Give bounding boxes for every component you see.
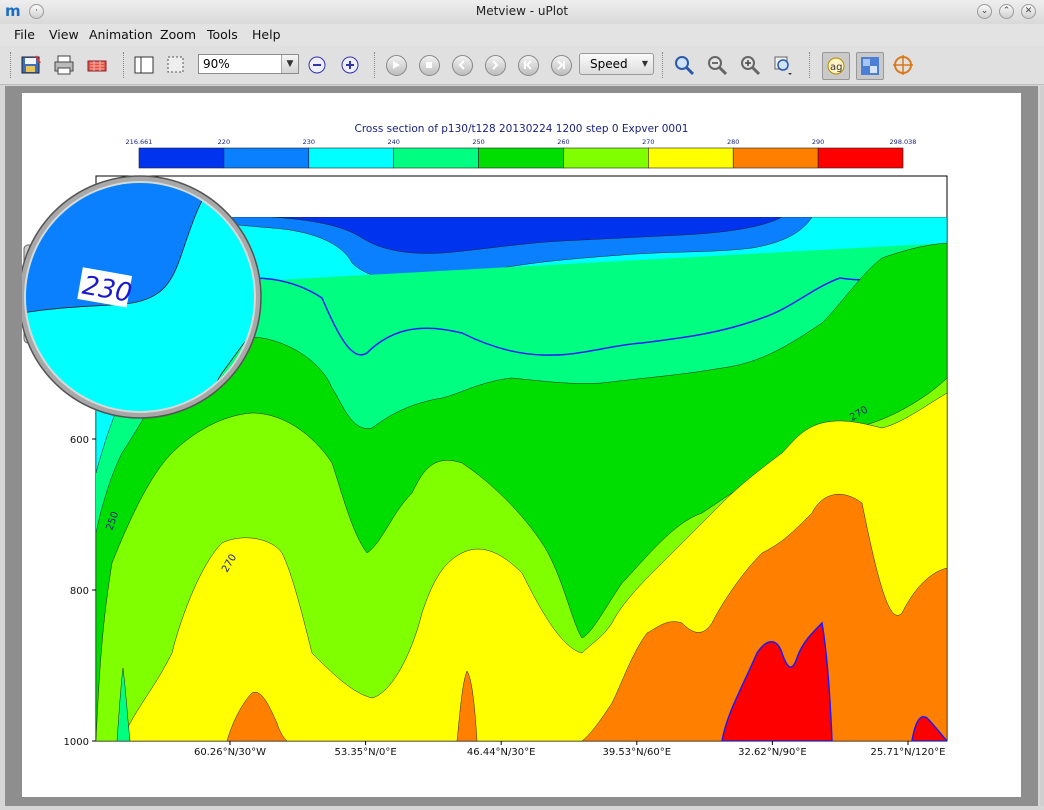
next-icon	[484, 54, 506, 76]
legend-tick-label: 216.661	[126, 138, 153, 146]
export-button[interactable]	[84, 52, 110, 78]
toolbar: 90% ▼ Speed ▼ ag	[0, 46, 1044, 85]
legend-tick-label: 260	[557, 138, 569, 146]
crosshair-icon	[893, 55, 913, 75]
cross-section-plot[interactable]: 216.661 220 230 240 250 260 270 280 290 298.038 6…	[22, 93, 1021, 797]
plot-paper[interactable]: Cross section of p130/t128 20130224 1200…	[22, 93, 1021, 797]
zoom-out-tool-button[interactable]	[704, 52, 730, 78]
y-tick-label: 1000	[64, 737, 89, 748]
play-button[interactable]	[383, 52, 409, 78]
legend-swatch	[223, 147, 310, 169]
legend-tick-label: 290	[812, 138, 824, 146]
first-frame-button[interactable]	[515, 52, 541, 78]
toolbar-separator	[10, 52, 14, 78]
menu-view[interactable]: View	[49, 27, 79, 42]
side-handle[interactable]	[1040, 86, 1044, 806]
maximize-icon[interactable]: ⌃	[999, 4, 1014, 19]
speed-label: Speed	[590, 57, 628, 71]
menu-animation[interactable]: Animation	[89, 27, 153, 42]
x-tick-label: 46.44°N/30°E	[467, 747, 536, 758]
y-axis: 600 800 1000	[64, 435, 96, 748]
color-legend: 216.661 220 230 240 250 260 270 280 290 298.038	[126, 138, 917, 169]
chevron-down-icon: ▼	[281, 55, 298, 73]
legend-tick-label: 270	[642, 138, 654, 146]
speed-button[interactable]: Speed ▼	[579, 53, 654, 75]
print-button[interactable]	[51, 52, 77, 78]
export-icon	[87, 60, 107, 72]
legend-swatch	[817, 147, 904, 169]
legend-tick-label: 280	[727, 138, 739, 146]
legend-swatch	[732, 147, 819, 169]
toolbar-separator	[123, 52, 127, 78]
legend-swatch	[308, 147, 394, 169]
layer-icon	[861, 57, 879, 75]
zoom-out-magnifier-icon	[708, 56, 728, 76]
zoom-out-button[interactable]	[304, 52, 330, 78]
legend-tick-label: 230	[303, 138, 315, 146]
x-tick-label: 53.35°N/0°E	[335, 747, 397, 758]
zoom-level-select[interactable]: 90% ▼	[198, 54, 299, 74]
menu-bar: File View Animation Zoom Tools Help	[0, 24, 1044, 46]
sidebar-icon	[134, 56, 154, 74]
legend-swatch	[648, 147, 734, 169]
area-select-button[interactable]	[163, 52, 189, 78]
area-select-icon	[167, 56, 184, 73]
save-icon	[21, 55, 41, 74]
menu-file[interactable]: File	[14, 27, 35, 42]
minimize-icon[interactable]: ⌄	[977, 4, 992, 19]
menu-tools[interactable]: Tools	[207, 27, 238, 42]
zoom-in-icon	[341, 56, 359, 74]
last-frame-icon	[550, 54, 572, 76]
chevron-down-icon: ▼	[641, 59, 648, 68]
x-tick-label: 25.71°N/120°E	[871, 747, 946, 758]
window-title: Metview - uPlot	[475, 4, 569, 18]
toolbar-separator	[809, 52, 813, 78]
legend-tick-label: 240	[387, 138, 399, 146]
legend-swatch	[393, 147, 479, 169]
toolbar-separator	[662, 52, 666, 78]
previous-icon	[451, 54, 473, 76]
close-icon[interactable]: ✕	[1021, 4, 1036, 19]
next-frame-button[interactable]	[482, 52, 508, 78]
title-bar: m · Metview - uPlot ⌄ ⌃ ✕	[0, 0, 1044, 25]
menu-zoom[interactable]: Zoom	[160, 27, 196, 42]
data-inspector-icon: ag	[827, 57, 845, 75]
stop-button[interactable]	[416, 52, 442, 78]
x-tick-label: 39.53°N/60°E	[603, 747, 672, 758]
print-icon	[54, 55, 74, 75]
sidebar-toggle-button[interactable]	[131, 52, 157, 78]
magnifier-button[interactable]	[671, 52, 697, 78]
stop-icon	[418, 54, 440, 76]
zoom-stack-icon	[774, 56, 792, 75]
x-axis: 60.26°N/30°W 53.35°N/0°E 46.44°N/30°E 39.53…	[194, 741, 945, 758]
y-tick-label: 800	[70, 586, 89, 597]
x-tick-label: 60.26°N/30°W	[194, 747, 266, 758]
play-icon	[385, 54, 407, 76]
x-tick-label: 32.62°N/90°E	[738, 747, 807, 758]
zoom-in-tool-button[interactable]	[737, 52, 763, 78]
toolbar-separator	[374, 52, 378, 78]
svg-text:ag: ag	[830, 62, 842, 73]
y-tick-label: 600	[70, 435, 89, 446]
layer-button[interactable]	[856, 52, 884, 80]
data-inspector-button[interactable]: ag	[822, 52, 850, 80]
save-button[interactable]	[18, 52, 44, 78]
magnifier-icon	[675, 56, 695, 76]
legend-tick-label: 298.038	[890, 138, 917, 146]
zoom-in-button[interactable]	[337, 52, 363, 78]
legend-swatch	[478, 147, 564, 169]
first-frame-icon	[517, 54, 539, 76]
menu-help[interactable]: Help	[252, 27, 281, 42]
legend-tick-label: 250	[472, 138, 484, 146]
zoom-in-magnifier-icon	[741, 56, 761, 76]
crosshair-button[interactable]	[890, 52, 916, 78]
last-frame-button[interactable]	[548, 52, 574, 78]
legend-swatch	[563, 147, 649, 169]
previous-frame-button[interactable]	[449, 52, 475, 78]
legend-swatch	[138, 147, 225, 169]
legend-tick-label: 220	[218, 138, 230, 146]
zoom-level-value: 90%	[203, 57, 230, 71]
zoom-out-icon	[308, 56, 326, 74]
zoom-stack-button[interactable]	[770, 52, 796, 78]
